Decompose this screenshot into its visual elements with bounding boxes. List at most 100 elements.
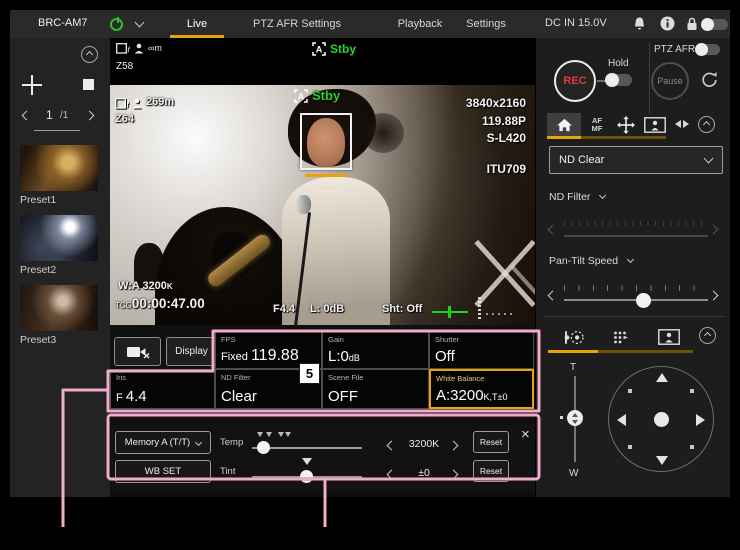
preset1-thumbnail[interactable] — [20, 145, 98, 191]
cell-shutter[interactable]: Shutter Off — [429, 331, 534, 369]
tint-increase-button[interactable] — [449, 470, 459, 480]
nd-slider-right-arrow[interactable] — [709, 225, 719, 235]
focus-frame-icon-video: f — [115, 98, 129, 109]
temp-value: 3200K — [402, 438, 446, 450]
tab-home[interactable] — [547, 113, 581, 136]
panel-collapse-button[interactable] — [698, 116, 715, 133]
wb-mode-select[interactable]: Memory A (T/T) — [115, 431, 211, 454]
preset-page-underline — [34, 130, 80, 131]
tab-detail[interactable] — [674, 116, 690, 132]
chevron-up-icon — [704, 332, 711, 339]
app-window: BRC-AM7 Live PTZ AFR Settings Playback S… — [10, 10, 730, 497]
gain-video: L: 0dB — [310, 303, 344, 315]
log-format-text: S-L420 — [466, 130, 526, 148]
tab-pan-tilt[interactable] — [615, 113, 637, 136]
pause-button[interactable]: Pause — [651, 62, 689, 100]
preset1-label: Preset1 — [20, 194, 56, 206]
face-detect-icon-video — [132, 98, 142, 109]
focus-distance-status: ∞m — [148, 43, 162, 53]
tab-preset-grid[interactable] — [612, 328, 630, 346]
ptz-afr-toggle[interactable] — [696, 44, 720, 55]
chevron-down-icon — [195, 439, 202, 446]
video-stream-off-button[interactable] — [114, 337, 161, 366]
temp-marker-4 — [285, 432, 291, 437]
tab-settings[interactable]: Settings — [456, 10, 516, 38]
face-detection-underline — [305, 174, 347, 177]
tint-value: ±0 — [402, 467, 446, 479]
temp-marker-2 — [266, 432, 272, 437]
preset-page-next-button[interactable] — [85, 111, 95, 121]
preset3-label: Preset3 — [20, 334, 56, 346]
nd-select-value: ND Clear — [559, 154, 604, 166]
preset-page-prev-button[interactable] — [22, 111, 32, 121]
pan-tilt-speed-expand-chevron[interactable] — [627, 256, 634, 263]
tab-joystick-control[interactable] — [561, 326, 587, 348]
cell-white-balance[interactable]: White Balance A:3200K,T±0 — [429, 369, 534, 409]
tab-framing[interactable] — [642, 113, 668, 136]
joystick-center-knob[interactable] — [654, 412, 669, 427]
sidebar-collapse-button[interactable] — [81, 46, 98, 63]
focus-frame-icon: f — [116, 43, 130, 54]
video-feed[interactable]: A Stby f 269m Z64 3840x2160 119.88P S-L4… — [110, 85, 535, 325]
notification-bell-icon[interactable] — [632, 16, 647, 32]
tab-af-mf[interactable]: AFMF — [586, 113, 608, 136]
svg-text:f: f — [126, 99, 129, 109]
pan-tilt-speed-decrease[interactable] — [548, 291, 558, 301]
tab-ptz-afr-settings[interactable]: PTZ AFR Settings — [240, 10, 354, 38]
wb-set-button[interactable]: WB SET — [115, 460, 211, 483]
nd-slider-left-arrow[interactable] — [548, 225, 558, 235]
color-space-text: ITU709 — [466, 161, 526, 179]
temp-reset-button[interactable]: Reset — [473, 431, 509, 453]
zoom-slider-handle[interactable] — [567, 410, 583, 426]
cell-iris[interactable]: Iris F 4.4 — [110, 369, 215, 409]
cell-scene-file[interactable]: Scene File OFF — [322, 369, 429, 409]
svg-text:A: A — [298, 92, 305, 102]
tint-decrease-button[interactable] — [387, 470, 397, 480]
temp-increase-button[interactable] — [449, 441, 459, 451]
pan-tilt-speed-handle[interactable] — [636, 293, 651, 308]
lower-panel-collapse-button[interactable] — [699, 327, 716, 344]
tint-slider-handle[interactable] — [300, 470, 313, 483]
tab-live[interactable]: Live — [165, 10, 229, 38]
af-mode-icon: A — [312, 42, 326, 56]
temp-decrease-button[interactable] — [387, 441, 397, 451]
restart-icon[interactable] — [700, 71, 719, 90]
face-detect-icon — [134, 43, 144, 54]
lower-tab-row-underline — [598, 350, 693, 353]
temp-slider-handle[interactable] — [257, 441, 270, 454]
power-button[interactable] — [110, 18, 123, 31]
info-icon[interactable] — [660, 16, 675, 31]
rec-label: REC — [563, 75, 586, 87]
tint-reset-button[interactable]: Reset — [473, 460, 509, 482]
camera-off-icon — [126, 345, 150, 359]
tab-framing-lower[interactable] — [656, 327, 682, 347]
rec-hold-toggle[interactable] — [606, 74, 632, 86]
audio-level-dots — [486, 313, 516, 315]
nd-filter-expand-chevron[interactable] — [599, 192, 606, 199]
section-divider — [544, 316, 724, 317]
preset3-thumbnail[interactable] — [20, 285, 98, 331]
nd-filter-select[interactable]: ND Clear — [549, 146, 723, 174]
pan-left-arrow[interactable] — [617, 414, 626, 426]
pan-tilt-speed-increase[interactable] — [709, 291, 719, 301]
close-icon[interactable]: × — [521, 426, 530, 443]
screen-lock-toggle[interactable] — [702, 19, 728, 30]
mf-label: MF — [592, 125, 603, 133]
add-preset-button[interactable] — [22, 75, 42, 95]
pan-right-arrow[interactable] — [696, 414, 705, 426]
diagonal-dot-nw — [628, 389, 632, 393]
pause-label: Pause — [657, 76, 683, 86]
stop-button[interactable] — [83, 79, 94, 90]
svg-text:A: A — [316, 45, 323, 55]
tab-playback[interactable]: Playback — [382, 10, 458, 38]
joystick-pad[interactable] — [608, 366, 714, 472]
tilt-down-arrow[interactable] — [656, 456, 668, 465]
power-menu-chevron-icon[interactable] — [135, 18, 145, 28]
preset2-thumbnail[interactable] — [20, 215, 98, 261]
tilt-up-arrow[interactable] — [656, 373, 668, 382]
diagonal-dot-se — [690, 445, 694, 449]
rec-button[interactable]: REC — [554, 60, 596, 102]
nd-slider-track — [564, 235, 708, 237]
cell-gain[interactable]: Gain L:0dB — [322, 331, 429, 369]
display-button[interactable]: Display — [166, 337, 217, 366]
